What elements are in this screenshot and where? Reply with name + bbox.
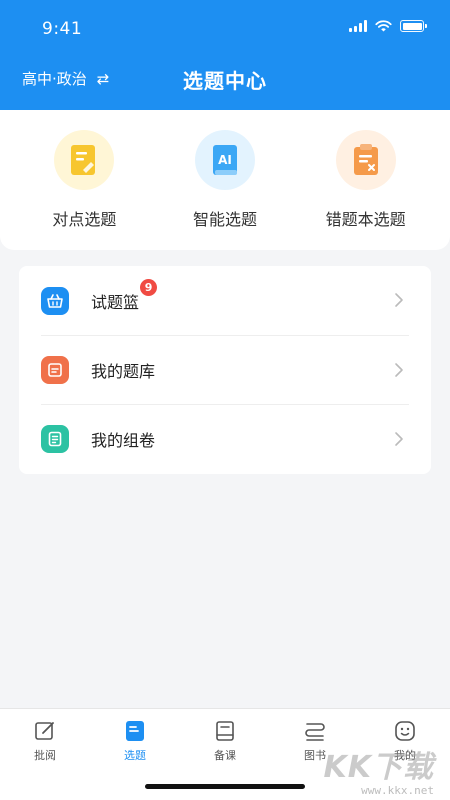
- book-icon: [213, 719, 237, 743]
- menu-label: 试题篮 9: [91, 278, 158, 313]
- header: 9:41 高中·政治 ⇄ 选题中心: [0, 0, 450, 110]
- quick-select-label: 智能选题: [192, 210, 257, 229]
- subject-switcher[interactable]: 高中·政治 ⇄: [22, 68, 109, 89]
- tab-label: 备课: [214, 749, 236, 762]
- tab-label: 图书: [304, 749, 326, 762]
- subject-label: 高中·政治: [22, 70, 87, 88]
- tab-label: 选题: [124, 749, 146, 762]
- battery-icon: [400, 20, 427, 32]
- status-icons: [349, 20, 427, 32]
- smile-icon: [393, 719, 417, 743]
- menu-label: 我的组卷: [91, 431, 156, 450]
- chevron-right-icon: [389, 290, 409, 310]
- menu-item-my-papers[interactable]: 我的组卷: [41, 404, 409, 473]
- quick-select-label: 错题本选题: [325, 210, 406, 229]
- status-bar: 9:41: [0, 0, 450, 56]
- wifi-icon: [375, 20, 392, 32]
- tab-grading[interactable]: 批阅: [0, 709, 90, 800]
- books-icon: [303, 719, 327, 743]
- list-doc-icon: [41, 425, 69, 453]
- quick-select-mistakes[interactable]: 错题本选题: [301, 110, 431, 250]
- menu-label: 我的题库: [91, 362, 156, 381]
- signal-icon: [349, 20, 367, 32]
- svg-text:AI: AI: [218, 153, 232, 167]
- menu-label-text: 试题篮: [91, 292, 140, 312]
- tab-label: 批阅: [34, 749, 56, 762]
- quick-select-targeted[interactable]: 对点选题: [19, 110, 149, 250]
- home-indicator: [145, 784, 305, 789]
- menu-item-my-question-bank[interactable]: 我的题库: [41, 335, 409, 404]
- status-time: 9:41: [42, 19, 83, 39]
- quick-select-smart[interactable]: AI 智能选题: [160, 110, 290, 250]
- ai-icon: AI: [194, 130, 255, 190]
- count-badge: 9: [140, 278, 158, 296]
- chevron-right-icon: [389, 429, 409, 449]
- folder-icon: [41, 356, 69, 384]
- document-edit-icon: [54, 130, 115, 190]
- doc-tab-icon: [123, 719, 147, 743]
- chevron-right-icon: [389, 360, 409, 380]
- swap-icon: ⇄: [96, 69, 110, 88]
- clipboard-x-icon: [335, 130, 396, 190]
- basket-icon: [41, 286, 69, 315]
- quick-select-label: 对点选题: [52, 210, 117, 229]
- tab-label: 我的: [394, 749, 416, 762]
- tab-mine[interactable]: 我的: [360, 709, 450, 800]
- pen-edit-icon: [33, 719, 57, 743]
- menu-card: 试题篮 9 我的题库 我的组卷: [19, 266, 431, 474]
- quick-select-card: 对点选题 AI 智能选题 错题本选题: [0, 110, 450, 250]
- menu-item-question-basket[interactable]: 试题篮 9: [41, 266, 409, 335]
